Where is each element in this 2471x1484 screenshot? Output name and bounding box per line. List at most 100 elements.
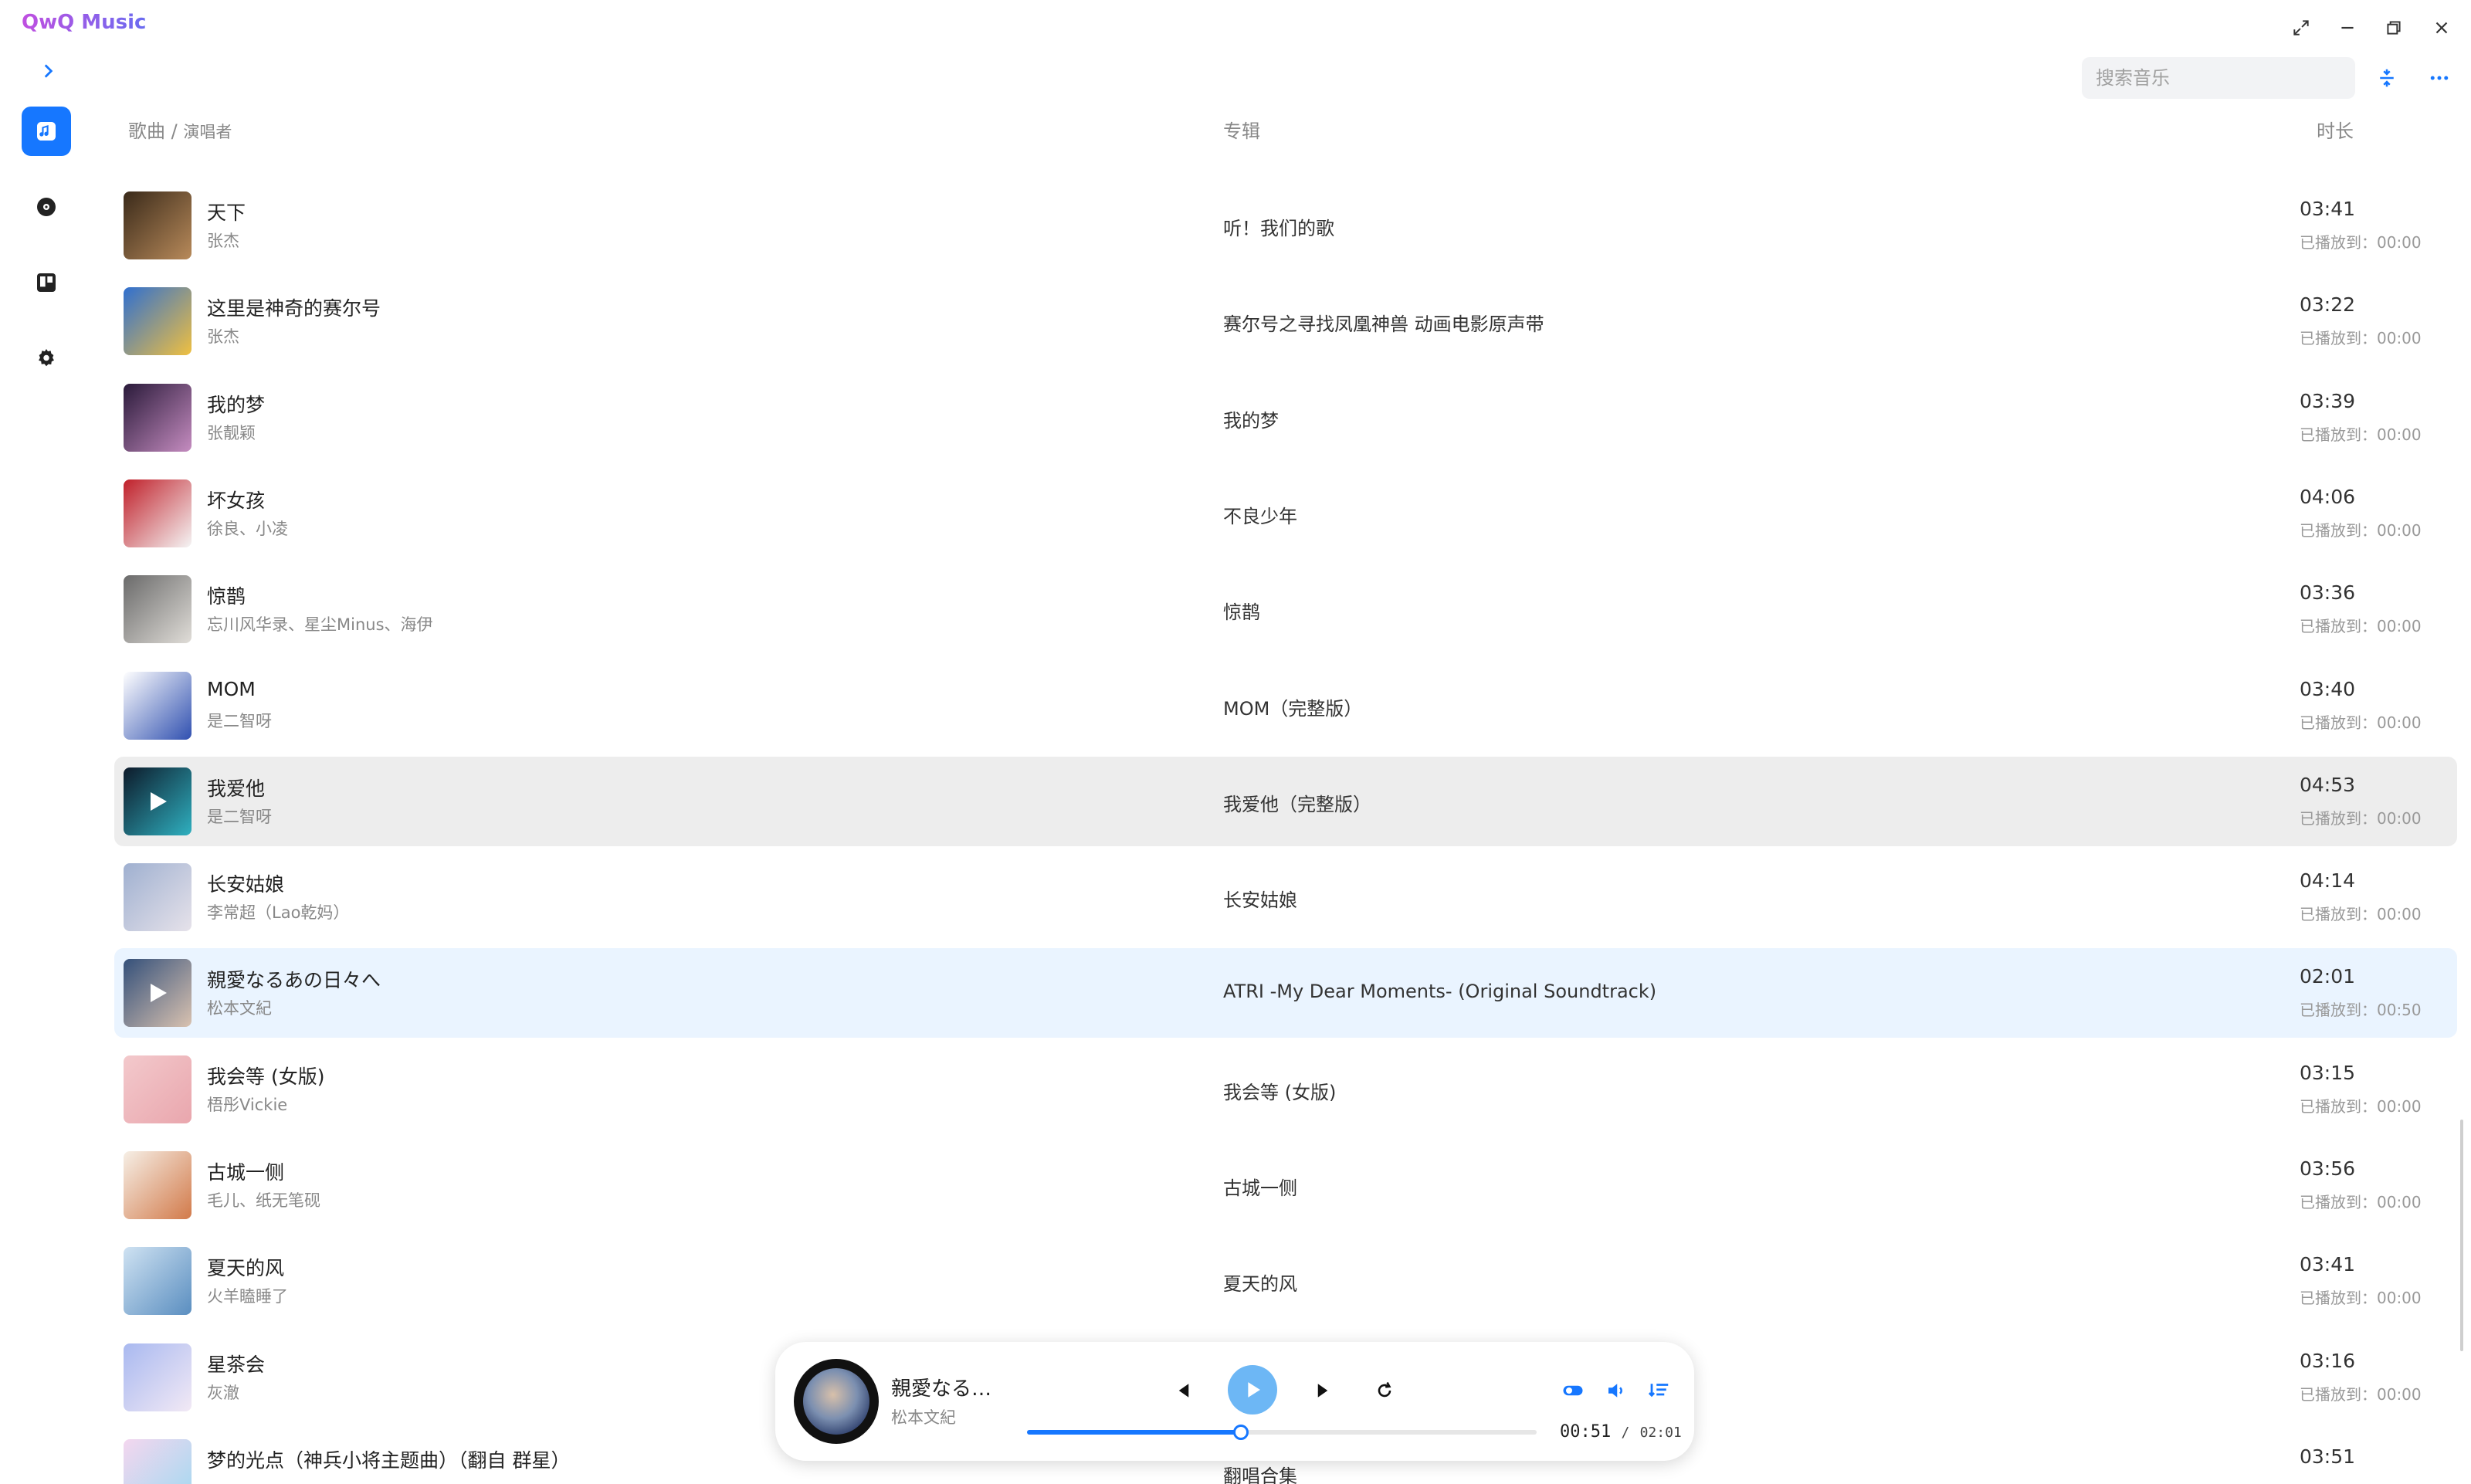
song-album: 赛尔号之寻找凤凰神兽 动画电影原声带 xyxy=(1223,313,1544,336)
song-cover[interactable] xyxy=(124,1438,192,1484)
loop-mode-button[interactable] xyxy=(1367,1373,1402,1408)
song-row[interactable]: 长安姑娘 李常超（Lao乾妈） 长安姑娘 04:14 已播放到：00:00 xyxy=(114,852,2457,942)
sidebar-item-music[interactable] xyxy=(22,107,71,156)
song-cover[interactable] xyxy=(124,575,192,644)
sidebar-expand-button[interactable] xyxy=(32,56,63,86)
song-cover[interactable] xyxy=(124,863,192,932)
close-button[interactable] xyxy=(2426,12,2457,43)
next-button[interactable] xyxy=(1305,1373,1341,1408)
song-row[interactable]: MOM 是二智呀 MOM（完整版） 03:40 已播放到：00:00 xyxy=(114,661,2457,750)
progress-bar[interactable] xyxy=(1027,1425,1537,1440)
song-album: 古城一侧 xyxy=(1223,1177,1297,1199)
song-artist: 张杰 xyxy=(207,232,239,250)
sidebar-item-albums[interactable] xyxy=(22,182,71,232)
song-played-position: 已播放到：00:00 xyxy=(2300,713,2422,732)
play-pause-button[interactable] xyxy=(1228,1365,1277,1415)
playlist-button[interactable] xyxy=(1642,1373,1677,1408)
song-album: 惊鹊 xyxy=(1223,601,1260,624)
gear-icon xyxy=(39,349,54,367)
song-played-position: 已播放到：00:00 xyxy=(2300,808,2422,828)
song-cover[interactable] xyxy=(124,1343,192,1411)
now-playing-cover[interactable] xyxy=(794,1359,879,1444)
locate-icon xyxy=(2380,69,2394,87)
song-artist: 松本文紀 xyxy=(207,999,272,1018)
song-cover[interactable] xyxy=(124,479,192,547)
restore-button[interactable] xyxy=(2378,12,2409,43)
song-album: 夏天的风 xyxy=(1223,1273,1297,1296)
song-row[interactable]: 夏天的风 火羊瞌睡了 夏天的风 03:41 已播放到：00:00 xyxy=(114,1236,2457,1326)
fullscreen-button[interactable] xyxy=(2286,12,2317,43)
song-duration: 03:41 xyxy=(2300,198,2356,220)
song-album: 长安姑娘 xyxy=(1223,889,1297,912)
song-duration: 04:14 xyxy=(2300,869,2356,893)
total-time: 02:01 xyxy=(1639,1425,1682,1441)
song-title: 这里是神奇的赛尔号 xyxy=(207,297,381,320)
more-options-button[interactable] xyxy=(2422,60,2457,96)
song-title: 坏女孩 xyxy=(207,489,266,512)
song-cover[interactable] xyxy=(124,1247,192,1316)
song-row[interactable]: 我会等 (女版) 梧彤Vickie 我会等 (女版) 03:15 已播放到：00:00 xyxy=(114,1045,2457,1134)
song-played-position: 已播放到：00:00 xyxy=(2300,1193,2422,1211)
song-row[interactable]: 惊鹊 忘川风华录、星尘Minus、海伊 惊鹊 03:36 已播放到：00:00 xyxy=(114,564,2457,654)
song-title: 天下 xyxy=(207,202,246,224)
song-cover[interactable] xyxy=(124,287,192,356)
app-window: QwQ Music 歌曲 / 演唱者 专辑 时长 天下张杰 听！我们的歌 03:41… xyxy=(0,0,2471,1484)
song-duration: 03:56 xyxy=(2300,1157,2356,1180)
play-icon xyxy=(1248,1382,1260,1398)
play-icon xyxy=(151,984,167,1003)
song-title: MOM xyxy=(207,677,256,700)
song-row[interactable]: 我爱他 是二智呀 我爱他（完整版） 04:53 已播放到：00:00 xyxy=(114,756,2457,846)
minimize-button[interactable] xyxy=(2332,12,2363,43)
song-album: 翻唱合集 xyxy=(1223,1465,1297,1484)
song-cover[interactable] xyxy=(124,767,192,835)
song-title: 夏天的风 xyxy=(207,1257,285,1280)
song-played-position: 已播放到：00:00 xyxy=(2300,425,2422,444)
song-duration: 03:16 xyxy=(2300,1349,2356,1372)
song-row[interactable]: 这里是神奇的赛尔号 张杰 赛尔号之寻找凤凰神兽 动画电影原声带 03:22 已播放到：0… xyxy=(114,276,2457,366)
song-cover[interactable] xyxy=(124,959,192,1028)
song-row[interactable]: 親愛なるあの日々へ 松本文紀 ATRI -My Dear Moments- (Ori… xyxy=(114,948,2457,1038)
toggle-button[interactable] xyxy=(1555,1373,1591,1408)
current-time: 00:51 xyxy=(1560,1422,1612,1442)
song-cover[interactable] xyxy=(124,1055,192,1123)
time-separator: / xyxy=(1621,1425,1630,1441)
song-title: 古城一侧 xyxy=(207,1161,285,1184)
song-duration: 03:39 xyxy=(2300,389,2356,412)
song-row[interactable]: 古城一侧 毛儿、纸无笔砚 古城一侧 03:56 已播放到：00:00 xyxy=(114,1140,2457,1230)
song-title: 惊鹊 xyxy=(207,585,246,608)
song-cover[interactable] xyxy=(124,383,192,452)
song-artist: 徐良、小凌 xyxy=(207,519,288,538)
library-board-icon xyxy=(37,273,56,292)
song-artist: 李常超（Lao乾妈） xyxy=(207,903,350,923)
song-album: 听！我们的歌 xyxy=(1223,218,1334,239)
song-title: 长安姑娘 xyxy=(207,873,285,896)
song-artist: 张杰 xyxy=(207,327,239,347)
song-row[interactable]: 坏女孩 徐良、小凌 不良少年 04:06 已播放到：00:00 xyxy=(114,469,2457,558)
now-playing-artist: 松本文紀 xyxy=(891,1408,956,1427)
song-artist: 是二智呀 xyxy=(207,711,272,730)
song-title: 星茶会 xyxy=(207,1353,266,1376)
song-cover[interactable] xyxy=(124,1151,192,1219)
time-readout: 00:51 / 02:01 xyxy=(1560,1422,1682,1442)
search-input[interactable] xyxy=(2082,57,2355,99)
song-cover[interactable] xyxy=(124,191,192,259)
chevron-right-icon xyxy=(44,64,53,78)
previous-button[interactable] xyxy=(1166,1373,1202,1408)
scrollbar[interactable] xyxy=(2460,1120,2463,1351)
app-logo: QwQ Music xyxy=(22,11,147,34)
locate-current-button[interactable] xyxy=(2369,60,2405,96)
song-row[interactable]: 我的梦 张靓颖 我的梦 03:39 已播放到：00:00 xyxy=(114,373,2457,462)
song-row[interactable]: 天下 张杰 听！我们的歌 03:41 已播放到：00:00 xyxy=(114,181,2457,270)
restore-icon xyxy=(2387,21,2401,35)
song-title: 梦的光点（神兵小将主题曲）（翻自 群星） xyxy=(207,1448,571,1472)
player-bar: 親愛なる… 松本文紀 00:51 / 02:01 xyxy=(775,1342,1694,1461)
song-duration: 03:36 xyxy=(2300,581,2356,605)
song-album: 我会等 (女版) xyxy=(1223,1081,1337,1103)
sidebar-item-settings[interactable] xyxy=(22,334,71,383)
progress-handle[interactable] xyxy=(1233,1425,1249,1440)
volume-button[interactable] xyxy=(1598,1373,1634,1408)
song-played-position: 已播放到：00:00 xyxy=(2300,617,2422,636)
song-duration: 03:51 xyxy=(2300,1445,2356,1468)
sidebar-item-library[interactable] xyxy=(22,258,71,307)
song-cover[interactable] xyxy=(124,671,192,740)
